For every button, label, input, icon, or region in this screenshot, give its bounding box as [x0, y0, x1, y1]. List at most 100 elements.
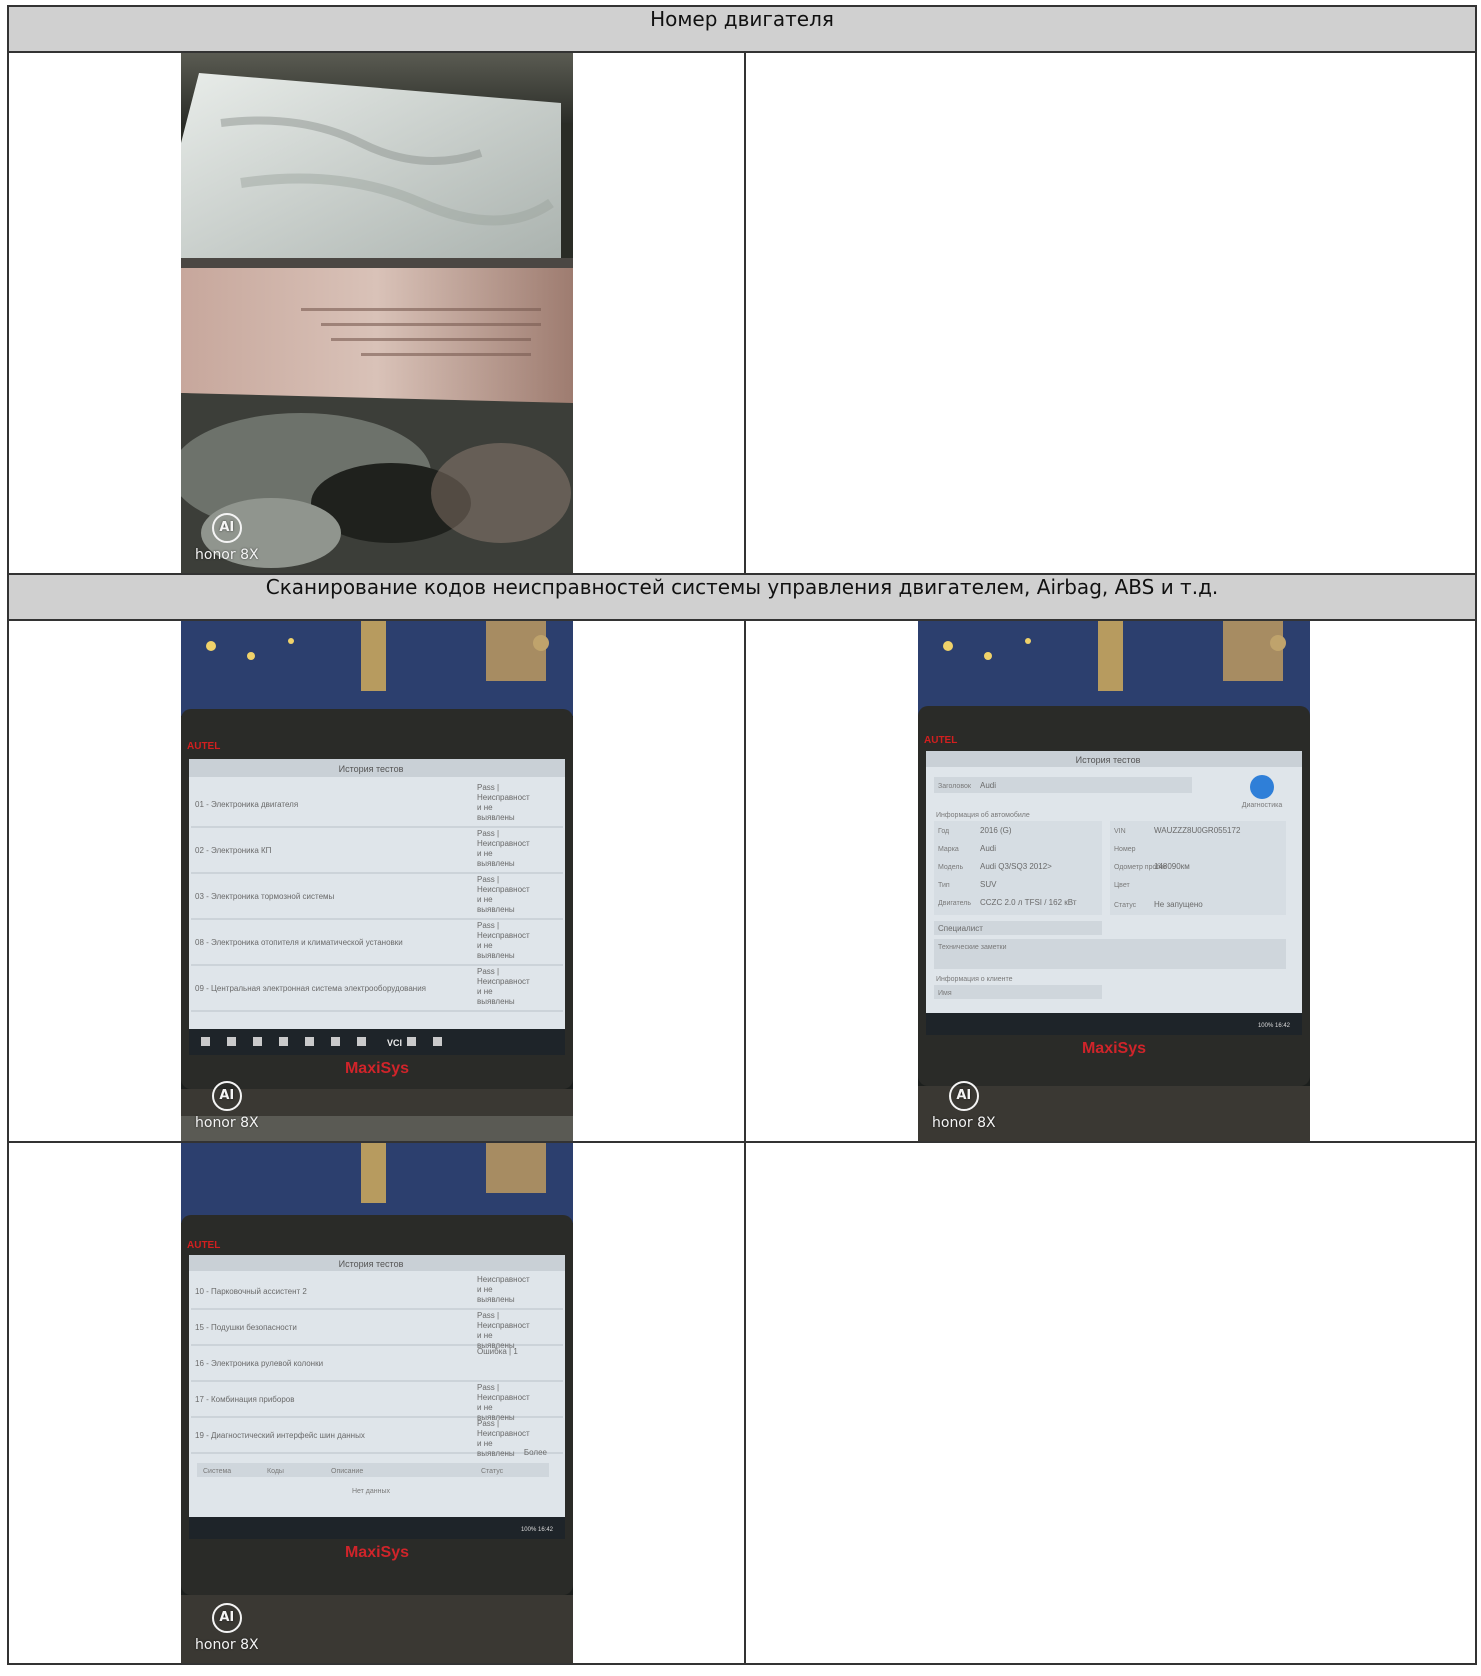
section-header-fault-scan: Сканирование кодов неисправностей систем… [7, 573, 1477, 621]
color-label: Цвет [1114, 882, 1130, 889]
engine-number-photo: AI honor 8X [181, 53, 573, 573]
report-table: Номер двигателя AI honor 8X Сканирование… [7, 5, 1477, 1665]
test-row-name: 16 - Электроника рулевой колонки [195, 1359, 323, 1368]
report-sheet: Номер двигателя AI honor 8X Сканирование… [7, 5, 1477, 1665]
autel-logo: AUTEL [187, 741, 220, 752]
vehicle-field-label: Тип [938, 882, 950, 889]
vehicle-field-value: Audi Q3/SQ3 2012> [980, 862, 1052, 871]
scan-photo-3-cell: AUTEL История тестов 10 - Парковочный ас… [7, 1141, 746, 1665]
ai-badge-icon: AI [211, 1081, 242, 1111]
notes-field[interactable]: Технические заметки [938, 944, 1007, 951]
specialist-field[interactable]: Специалист [938, 924, 983, 933]
test-row-name: 15 - Подушки безопасности [195, 1323, 297, 1332]
test-row-status: выявлены [477, 905, 515, 914]
test-row-status: и не [477, 1403, 493, 1412]
watermark-brand: honor 8X [195, 547, 259, 563]
vehicle-info-heading: Информация об автомобиле [936, 811, 1030, 819]
vin-value: WAUZZZ8U0GR055172 [1154, 826, 1241, 835]
camera-watermark: AI honor 8X [195, 1603, 259, 1653]
test-row-status: Неисправност [477, 839, 530, 848]
test-row-status: выявлены [477, 813, 515, 822]
test-row-name: 01 - Электроника двигателя [195, 800, 298, 809]
no-data-text: Нет данных [352, 1488, 391, 1495]
test-row-status: Неисправност [477, 885, 530, 894]
test-row-name: 19 - Диагностический интерфейс шин данны… [195, 1431, 365, 1440]
ai-badge-icon: AI [211, 1603, 242, 1633]
test-row-status: и не [477, 941, 493, 950]
codes-column-header: Описание [331, 1468, 363, 1475]
autel-logo: AUTEL [187, 1240, 220, 1251]
screen-title: История тестов [1076, 755, 1141, 765]
maxisys-logo: MaxiSys [345, 1060, 409, 1077]
vehicle-field-value: 2016 (G) [980, 826, 1012, 835]
test-row-status: выявлены [477, 951, 515, 960]
codes-column-header: Система [203, 1468, 231, 1475]
odometer-value: 148090км [1154, 862, 1190, 871]
camera-watermark: AI honor 8X [195, 513, 259, 563]
vehicle-field-label: Двигатель [938, 900, 971, 907]
scan-photo-1-cell: AUTEL История тестов 01 - Электроника дв… [7, 619, 746, 1143]
test-row-status: Ошибка | 1 [477, 1347, 518, 1356]
camera-watermark: AI honor 8X [195, 1081, 259, 1131]
status-bar: 100% 16:42 [521, 1527, 554, 1533]
test-row-status: и не [477, 1439, 493, 1448]
test-row-name: 08 - Электроника отопителя и климатическ… [195, 938, 403, 947]
test-row-status: и не [477, 895, 493, 904]
test-row-name: 10 - Парковочный ассистент 2 [195, 1287, 307, 1296]
test-row-status: Pass | [477, 1419, 499, 1428]
test-row-status: Pass | [477, 875, 499, 884]
vehicle-field-value: SUV [980, 880, 997, 889]
test-row-status: Pass | [477, 1311, 499, 1320]
watermark-brand: honor 8X [932, 1115, 996, 1131]
watermark-brand: honor 8X [195, 1637, 259, 1653]
ai-badge-icon: AI [948, 1081, 979, 1111]
scan-tool-photo-history-2: AUTEL История тестов 10 - Парковочный ас… [181, 1143, 573, 1663]
test-row-name: 09 - Центральная электронная система эле… [195, 984, 426, 993]
header-label: Заголовок [938, 783, 972, 790]
vehicle-field-value: CCZC 2.0 л TFSI / 162 кВт [980, 898, 1077, 907]
test-row-status: выявлены [477, 1295, 515, 1304]
screen-title: История тестов [339, 764, 404, 774]
test-row-status: выявлены [477, 859, 515, 868]
test-row-status: Pass | [477, 1383, 499, 1392]
vehicle-field-label: Год [938, 828, 949, 835]
maxisys-logo: MaxiSys [1082, 1040, 1146, 1057]
test-row-status: Неисправност [477, 1321, 530, 1330]
empty-cell-2 [744, 1141, 1477, 1665]
diagnostics-label: Диагностика [1242, 802, 1283, 809]
section-header-engine-number: Номер двигателя [7, 5, 1477, 53]
status-label: Статус [1114, 902, 1137, 909]
more-link[interactable]: Более [524, 1448, 548, 1457]
ai-badge-icon: AI [211, 513, 242, 543]
vin-label: VIN [1114, 828, 1126, 835]
test-row-status: выявлены [477, 1449, 515, 1458]
status-bar: 100% 16:42 [1258, 1023, 1291, 1029]
scan-photo-2-cell: AUTEL История тестов Заголовок Audi Диаг… [744, 619, 1477, 1143]
maxisys-logo: MaxiSys [345, 1544, 409, 1561]
engine-number-photo-cell: AI honor 8X [7, 51, 746, 575]
empty-cell [744, 51, 1477, 575]
test-row-status: Неисправност [477, 793, 530, 802]
test-row-status: Неисправност [477, 977, 530, 986]
status-value: Не запущено [1154, 900, 1203, 909]
vehicle-field-value: Audi [980, 844, 996, 853]
test-row-name: 03 - Электроника тормозной системы [195, 892, 335, 901]
test-row-status: Неисправност [477, 1429, 530, 1438]
test-row-status: и не [477, 987, 493, 996]
scan-tool-photo-history: AUTEL История тестов 01 - Электроника дв… [181, 621, 573, 1141]
screen-title: История тестов [339, 1259, 404, 1269]
test-row-name: 02 - Электроника КП [195, 846, 272, 855]
camera-watermark: AI honor 8X [932, 1081, 996, 1131]
diagnostics-button[interactable] [1250, 775, 1274, 799]
test-row-status: Pass | [477, 829, 499, 838]
vehicle-field-label: Марка [938, 846, 959, 853]
svg-text:VCI: VCI [387, 1038, 402, 1048]
vehicle-field-label: Модель [938, 864, 963, 871]
test-row-status: Pass | [477, 921, 499, 930]
scan-tool-photo-vehicle: AUTEL История тестов Заголовок Audi Диаг… [918, 621, 1310, 1141]
client-name-field[interactable]: Имя [938, 990, 952, 997]
codes-column-header: Статус [481, 1468, 504, 1475]
client-info-heading: Информация о клиенте [936, 976, 1013, 983]
test-row-status: выявлены [477, 997, 515, 1006]
autel-logo: AUTEL [924, 735, 957, 746]
